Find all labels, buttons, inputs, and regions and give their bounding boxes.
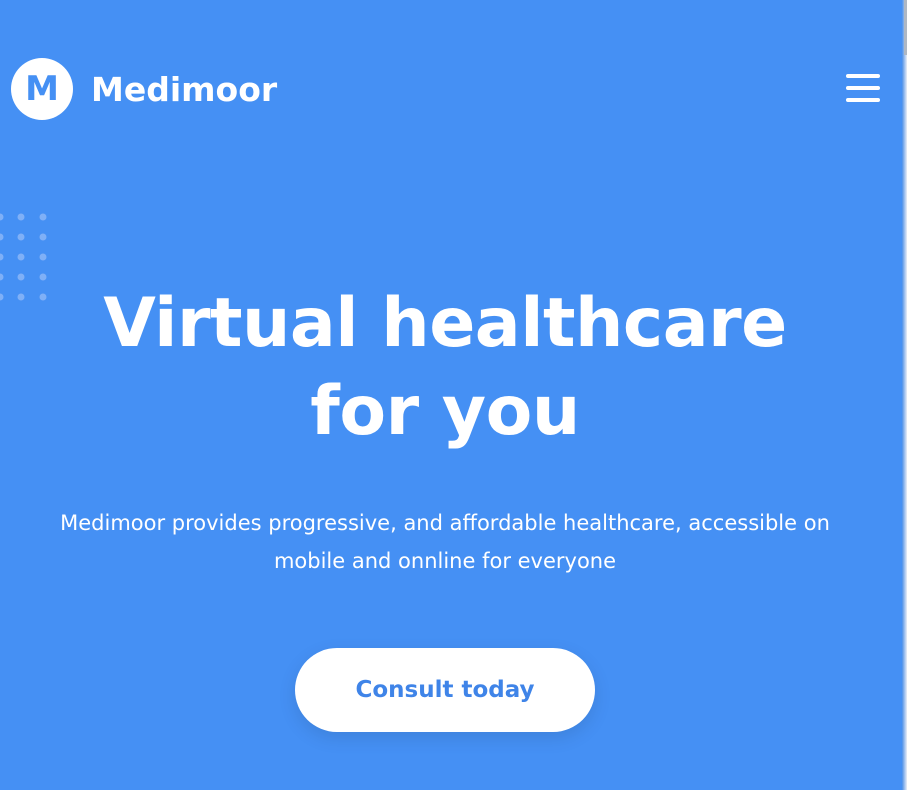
- hero-description: Medimoor provides progressive, and affor…: [35, 504, 855, 580]
- logo-mark: M: [11, 58, 73, 120]
- menu-line-middle: [846, 86, 880, 90]
- hero-description-line-2: mobile and onnline for everyone: [273, 549, 617, 573]
- hero-title: Virtual healthcare for you: [0, 280, 890, 456]
- hero-description-line-1: Medimoor provides progressive, and affor…: [60, 511, 830, 535]
- hero-title-line-1: Virtual healthcare: [103, 284, 787, 363]
- site-header: M Medimoor: [0, 0, 902, 180]
- menu-toggle-button[interactable]: [846, 73, 880, 103]
- brand-name: Medimoor: [91, 69, 278, 109]
- hamburger-menu-icon: [846, 74, 880, 102]
- consult-today-button[interactable]: Consult today: [295, 648, 595, 732]
- menu-line-top: [846, 74, 880, 78]
- vertical-scrollbar-track[interactable]: [902, 0, 907, 790]
- hero-title-line-2: for you: [310, 372, 580, 451]
- home-logo-link[interactable]: M Medimoor: [11, 58, 277, 120]
- hero-section: Virtual healthcare for you Medimoor prov…: [0, 280, 890, 580]
- landing-page: M Medimoor Virtual healthcare for you Me…: [0, 0, 907, 790]
- menu-line-bottom: [846, 98, 880, 102]
